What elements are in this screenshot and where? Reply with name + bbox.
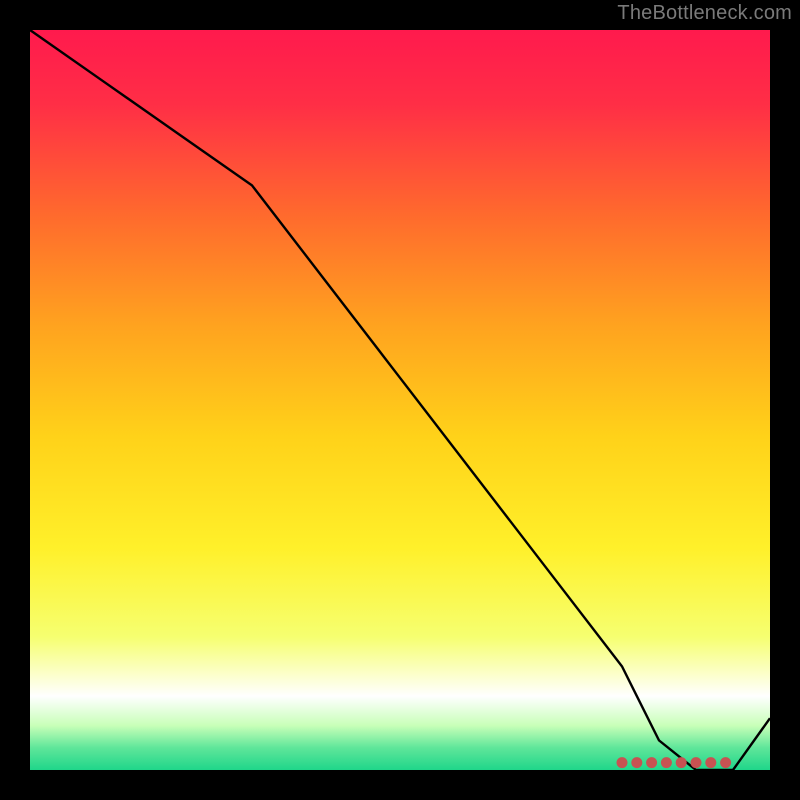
- bottleneck-chart: [30, 30, 770, 770]
- optimal-marker: [661, 757, 672, 768]
- chart-stage: TheBottleneck.com: [0, 0, 800, 800]
- watermark-text: TheBottleneck.com: [617, 2, 792, 25]
- optimal-marker: [705, 757, 716, 768]
- chart-svg: [30, 30, 770, 770]
- optimal-marker: [646, 757, 657, 768]
- optimal-marker: [676, 757, 687, 768]
- optimal-marker: [691, 757, 702, 768]
- optimal-marker: [631, 757, 642, 768]
- optimal-marker: [720, 757, 731, 768]
- gradient-background: [30, 30, 770, 770]
- optimal-marker: [617, 757, 628, 768]
